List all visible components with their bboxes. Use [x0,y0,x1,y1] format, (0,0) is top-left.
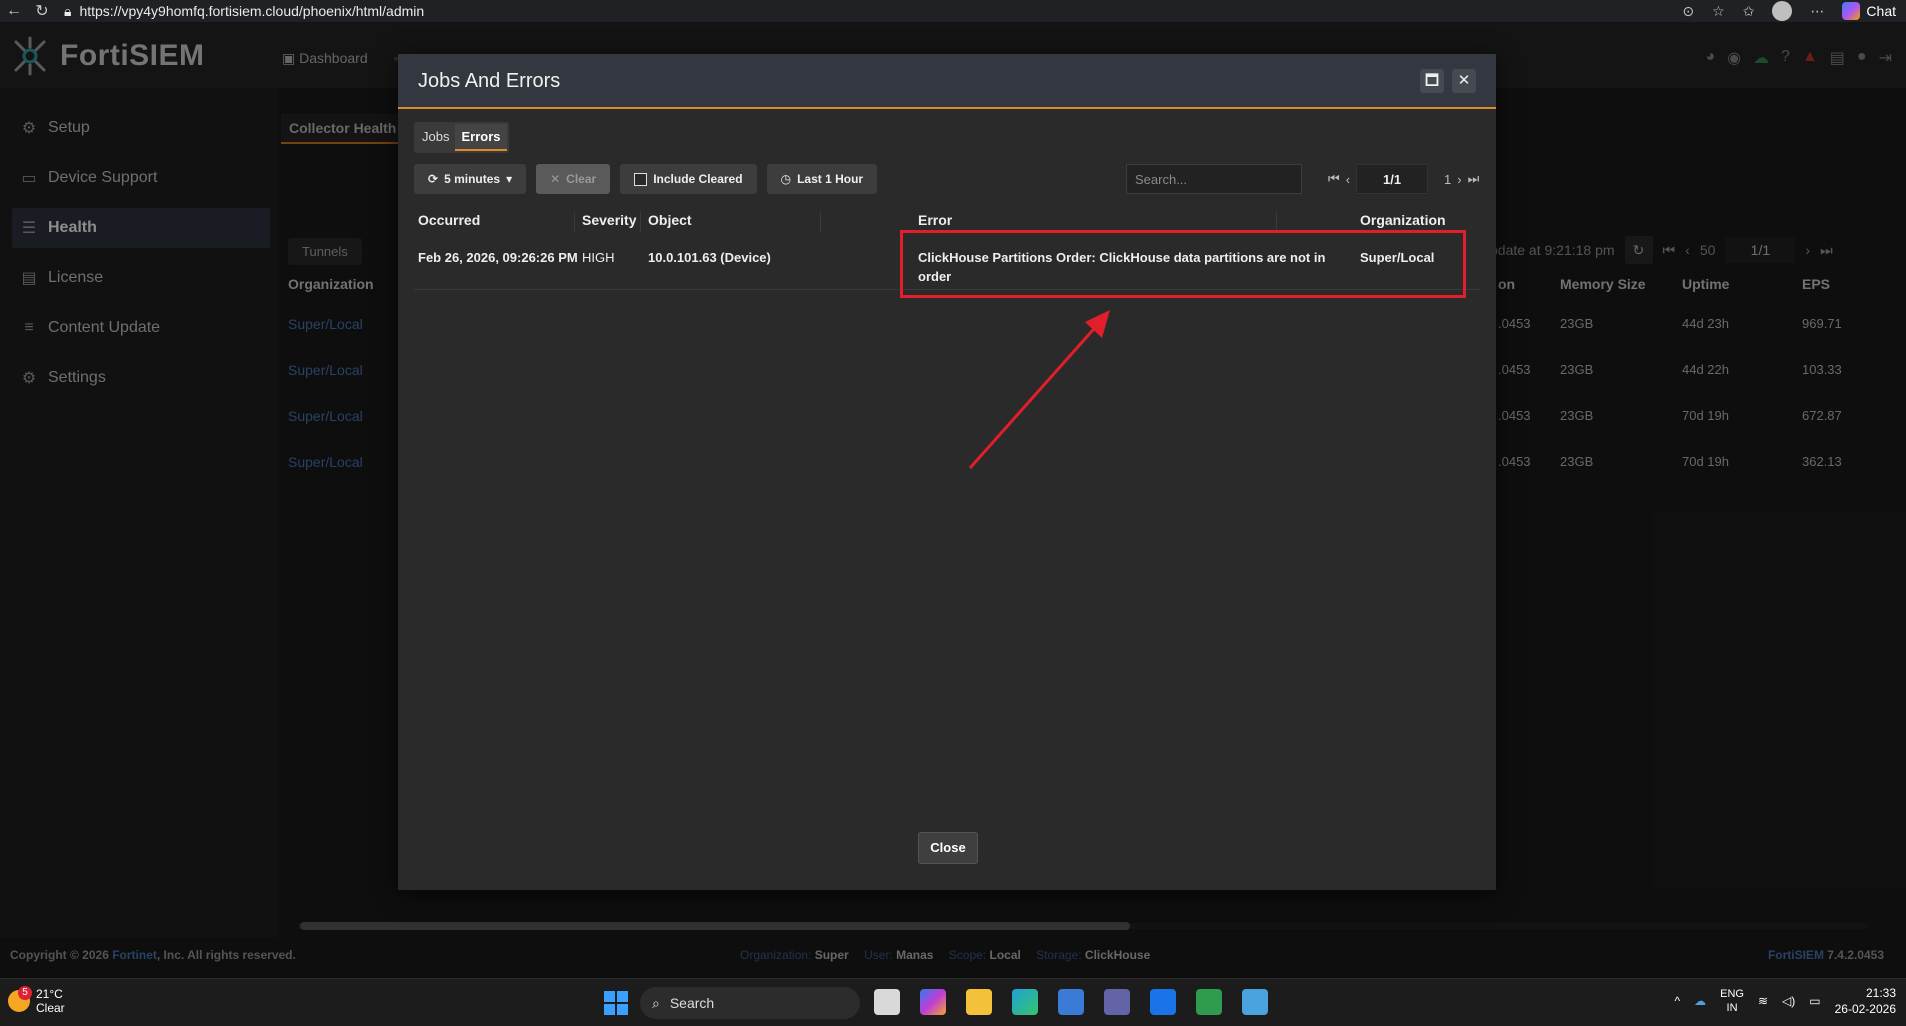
notepad-icon[interactable] [1196,989,1222,1015]
last-page-icon[interactable]: ⏭ [1468,171,1480,187]
profile-avatar[interactable] [1772,1,1793,21]
weather-icon: 5 [8,986,32,1012]
edge-icon[interactable] [1012,989,1038,1015]
taskbar-apps [874,989,1268,1015]
dialog-header: Jobs And Errors 🗖︎ ✕ [398,54,1496,109]
chat-button[interactable]: Chat [1842,2,1896,20]
refresh-icon: ⟳ [428,172,439,186]
copilot-icon [1842,2,1861,20]
notification-badge: 5 [18,986,32,1000]
column-header-organization[interactable]: Organization [1360,212,1446,228]
more-icon[interactable]: ⋯ [1810,3,1824,20]
close-button[interactable]: Close [918,832,978,864]
dialog-pager: ⏮ ‹ 1/1 1 › ⏭ [1328,164,1479,194]
column-divider[interactable] [574,212,575,232]
taskbar: 5 21°C Clear ⌕ Search ^ ☁ ENG IN ≋ ◁) ▭ 2… [0,978,1906,1026]
dialog-toolbar: ⟳ 5 minutes ▾ ✕ Clear Include Cleared ◷ … [414,164,878,194]
column-header-occurred[interactable]: Occurred [418,212,480,228]
search-icon: ⌕ [652,994,660,1011]
time-range-button[interactable]: ◷ Last 1 Hour [766,164,878,194]
cell-severity: HIGH [582,250,615,265]
column-divider[interactable] [1276,212,1277,232]
windows-start-icon[interactable] [604,991,628,1015]
taskbar-search-label: Search [669,995,715,1011]
dialog-tabs: Jobs Errors [414,122,509,153]
tab-errors[interactable]: Errors [455,124,507,151]
column-header-error[interactable]: Error [918,212,952,228]
page-indicator[interactable]: 1/1 [1356,164,1429,194]
onedrive-icon[interactable]: ☁ [1694,994,1706,1008]
m365-icon[interactable] [920,989,946,1015]
language-indicator[interactable]: ENG IN [1720,987,1744,1015]
cell-object: 10.0.101.63 (Device) [648,250,771,265]
star-icon[interactable]: ☆ [1712,3,1725,20]
dialog-title: Jobs And Errors [418,70,561,92]
error-highlight-annotation [900,230,1466,298]
taskbar-search[interactable]: ⌕ Search [640,987,860,1019]
back-icon[interactable]: ← [0,2,28,20]
annotation-arrow [968,310,1110,469]
url-text[interactable]: https://vpy4y9homfq.fortisiem.cloud/phoe… [79,3,424,19]
chat-label: Chat [1866,3,1896,19]
lock-icon: 🔒︎ [64,2,72,19]
maximize-icon[interactable]: 🗖︎ [1420,69,1444,93]
weather-temp: 21°C [36,987,63,1001]
battery-icon[interactable]: ▭ [1809,994,1820,1008]
clear-button[interactable]: ✕ Clear [536,164,611,194]
file-explorer-icon[interactable] [966,989,992,1015]
column-divider[interactable] [640,212,641,232]
weather-desc: Clear [36,1001,65,1015]
browser-toolbar: ← ↻ 🔒︎ https://vpy4y9homfq.fortisiem.clo… [0,0,1906,22]
system-tray: ^ ☁ ENG IN ≋ ◁) ▭ 21:33 26-02-2026 [1674,985,1896,1017]
first-page-icon[interactable]: ⏮ [1328,171,1340,187]
chevron-up-icon[interactable]: ^ [1674,994,1680,1008]
volume-icon[interactable]: ◁) [1782,994,1795,1008]
total-pages: 1 [1444,171,1452,187]
reload-icon[interactable]: ↻ [28,1,56,21]
weather-widget[interactable]: 5 21°C Clear [8,986,65,1015]
column-header-severity[interactable]: Severity [582,212,636,228]
clock[interactable]: 21:33 26-02-2026 [1835,985,1896,1017]
caret-down-icon: ▾ [506,172,513,186]
clock-icon: ◷ [780,172,792,186]
refresh-interval-label: 5 minutes [444,172,501,186]
include-cleared-checkbox[interactable]: Include Cleared [620,164,757,194]
task-view-icon[interactable] [874,989,900,1015]
favorites-icon[interactable]: ✩ [1743,3,1755,20]
close-icon[interactable]: ✕ [1452,69,1476,93]
reader-icon[interactable]: ⊙ [1682,3,1694,20]
time-range-label: Last 1 Hour [797,172,864,186]
address-bar[interactable]: 🔒︎ https://vpy4y9homfq.fortisiem.cloud/p… [64,3,424,20]
next-page-icon[interactable]: › [1457,172,1461,187]
teams-icon[interactable] [1104,989,1130,1015]
column-header-object[interactable]: Object [648,212,692,228]
cell-occurred: Feb 26, 2026, 09:26:26 PM [418,250,578,265]
clear-label: Clear [566,172,597,186]
outlook-icon[interactable] [1150,989,1176,1015]
jobs-errors-dialog: Jobs And Errors 🗖︎ ✕ Jobs Errors ⟳ 5 min… [398,54,1496,890]
include-cleared-label: Include Cleared [653,172,743,186]
x-icon: ✕ [550,172,561,186]
tab-jobs[interactable]: Jobs [416,124,455,151]
remote-desktop-icon[interactable] [1242,989,1268,1015]
refresh-interval-dropdown[interactable]: ⟳ 5 minutes ▾ [414,164,527,194]
column-divider[interactable] [820,212,821,232]
checkbox-box[interactable] [634,172,648,186]
store-icon[interactable] [1058,989,1084,1015]
wifi-icon[interactable]: ≋ [1758,994,1768,1008]
search-input[interactable] [1126,164,1302,194]
prev-page-icon[interactable]: ‹ [1346,172,1350,187]
